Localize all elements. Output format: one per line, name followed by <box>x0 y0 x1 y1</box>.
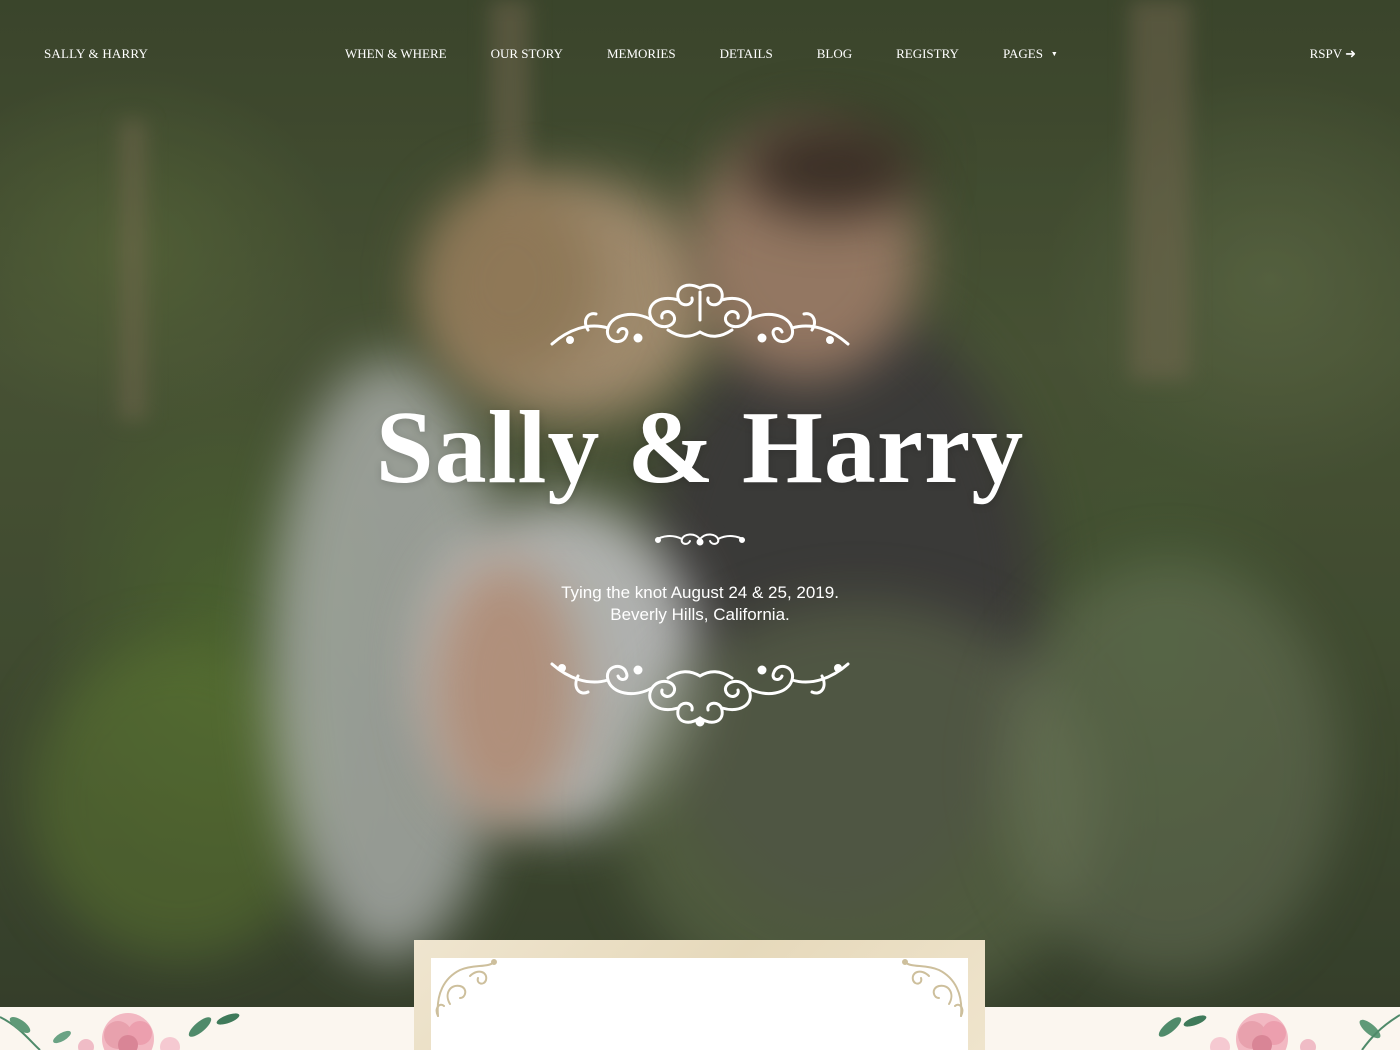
rsvp-link[interactable]: RSPV ➜ <box>1310 46 1356 62</box>
nav-blog[interactable]: BLOG <box>817 46 852 62</box>
flourish-ornament-icon <box>550 662 850 727</box>
couple-names-title: Sally & Harry <box>375 390 1025 505</box>
nav-pages-label: PAGES <box>1002 46 1043 61</box>
main-menu: WHEN & WHERE OUR STORY MEMORIES DETAILS … <box>345 46 1102 62</box>
top-navigation: SALLY & HARRY WHEN & WHERE OUR STORY MEM… <box>0 0 1400 108</box>
caret-down-icon: ▼ <box>1050 50 1058 58</box>
invitation-card <box>431 958 968 1050</box>
wedding-date-location: Tying the knot August 24 & 25, 2019. Bev… <box>0 582 1400 626</box>
nav-memories[interactable]: MEMORIES <box>607 46 676 62</box>
wedding-location-text: Beverly Hills, California. <box>610 605 790 624</box>
nav-pages[interactable]: PAGES ▼ <box>1003 46 1058 62</box>
watercolor-floral-decoration <box>0 1013 240 1050</box>
site-logo[interactable]: SALLY & HARRY <box>44 46 148 62</box>
watercolor-floral-decoration <box>1158 1013 1400 1050</box>
invitation-card-frame <box>414 940 985 1050</box>
corner-flourish-icon <box>902 959 964 1017</box>
nav-registry[interactable]: REGISTRY <box>896 46 959 62</box>
corner-flourish-icon <box>435 959 497 1017</box>
small-flourish-icon <box>655 533 745 546</box>
flourish-ornament-icon <box>550 283 850 346</box>
nav-when-where[interactable]: WHEN & WHERE <box>345 46 447 62</box>
nav-details[interactable]: DETAILS <box>720 46 773 62</box>
nav-our-story[interactable]: OUR STORY <box>491 46 563 62</box>
wedding-date-text: Tying the knot August 24 & 25, 2019. <box>561 583 839 602</box>
